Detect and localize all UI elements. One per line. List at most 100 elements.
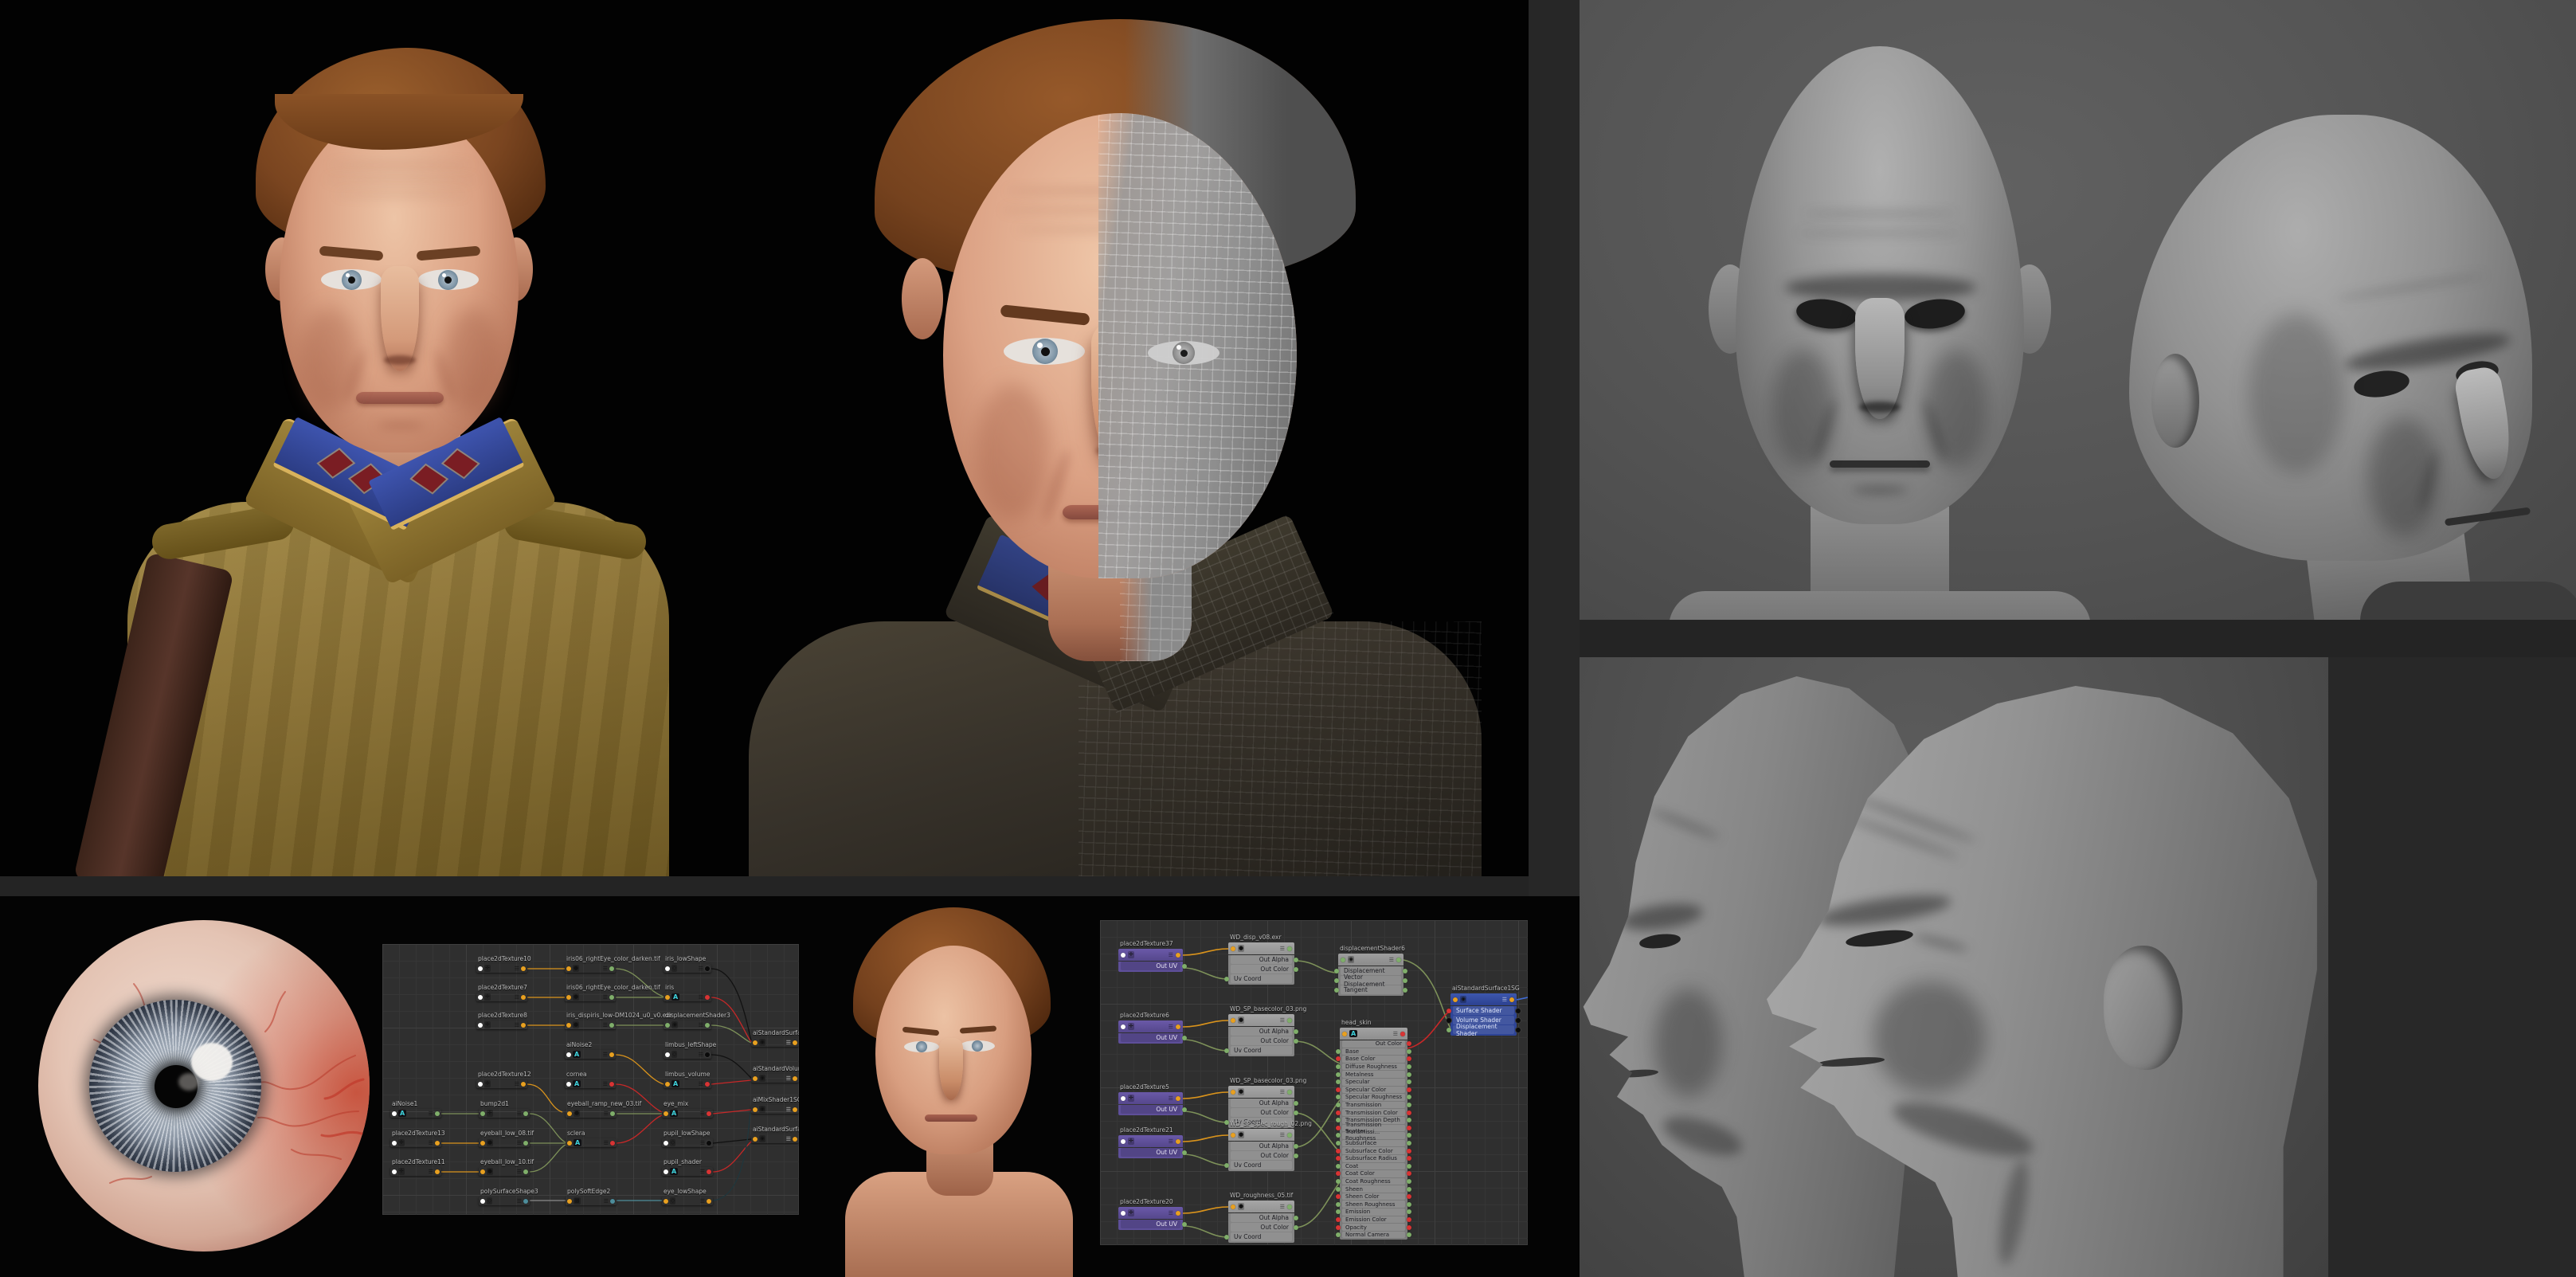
node-port-row[interactable]: Emission <box>1342 1208 1405 1216</box>
node-menu-icon[interactable]: ☰ <box>517 1169 522 1175</box>
port-dot[interactable] <box>1231 1090 1235 1095</box>
shader-node-sclera[interactable]: scleraA☰ <box>566 1138 617 1147</box>
node-port-row[interactable]: Metalness <box>1342 1071 1405 1078</box>
node-menu-icon[interactable]: ☰ <box>517 1111 522 1117</box>
node-bar[interactable]: A☰ <box>390 1109 441 1118</box>
node-port-row[interactable]: Out Alpha <box>1231 1099 1292 1107</box>
port-dot[interactable] <box>1294 1216 1298 1220</box>
node-port-row[interactable]: Coat Roughness <box>1342 1178 1405 1185</box>
port-dot[interactable] <box>480 1199 485 1204</box>
node-menu-icon[interactable]: ☰ <box>1389 957 1394 963</box>
node-menu-icon[interactable]: ☰ <box>603 1022 608 1028</box>
port-dot[interactable] <box>1224 1120 1229 1125</box>
port-dot[interactable] <box>392 1141 397 1146</box>
node-menu-icon[interactable]: ☰ <box>603 1081 608 1087</box>
port-dot[interactable] <box>1407 1179 1411 1184</box>
node-bar[interactable]: ◇☰ <box>479 1197 530 1205</box>
port-dot[interactable] <box>1334 969 1339 973</box>
port-dot[interactable] <box>1336 1141 1341 1146</box>
node-port-row[interactable]: Out Color <box>1231 1151 1292 1160</box>
port-dot[interactable] <box>1336 1072 1341 1077</box>
port-dot[interactable] <box>707 1141 711 1146</box>
node-header[interactable]: ●☰ <box>1228 1129 1294 1141</box>
port-dot[interactable] <box>610 1141 615 1146</box>
node-port-row[interactable]: Specular <box>1342 1079 1405 1086</box>
node-port-row[interactable]: Sheen Color <box>1342 1193 1405 1201</box>
node-menu-icon[interactable]: ☰ <box>515 1081 519 1087</box>
node-header[interactable]: ●☰ <box>1228 942 1294 954</box>
port-dot[interactable] <box>478 1023 483 1028</box>
shader-node-place2dtexture6[interactable]: place2dTexture6✛☰Out UV <box>1118 1020 1183 1044</box>
shader-node-place2dtexture12[interactable]: place2dTexture12✛☰ <box>476 1079 527 1088</box>
node-bar[interactable]: ✛☰ <box>390 1138 441 1147</box>
shader-node-place2dtexture5[interactable]: place2dTexture5✛☰Out UV <box>1118 1092 1183 1115</box>
node-menu-icon[interactable]: ☰ <box>1280 1017 1285 1024</box>
node-menu-icon[interactable]: ☰ <box>1169 1024 1173 1030</box>
port-dot[interactable] <box>1407 1164 1411 1169</box>
node-port-row[interactable]: Specular Color <box>1342 1087 1405 1094</box>
node-port-row[interactable]: Specular Roughness <box>1342 1094 1405 1101</box>
port-dot[interactable] <box>1182 1150 1187 1155</box>
node-bar[interactable]: ✛☰ <box>479 1109 530 1118</box>
node-bar[interactable]: A☰ <box>566 1138 617 1147</box>
port-dot[interactable] <box>1336 1111 1341 1115</box>
node-port-row[interactable]: Normal Camera <box>1342 1232 1405 1239</box>
port-dot[interactable] <box>609 1082 614 1087</box>
port-dot[interactable] <box>1336 1126 1341 1130</box>
port-dot[interactable] <box>707 1169 711 1174</box>
port-dot[interactable] <box>793 1137 797 1142</box>
port-dot[interactable] <box>1407 1049 1411 1054</box>
port-dot[interactable] <box>523 1199 528 1204</box>
shader-node-wd-roughness-05-tif[interactable]: WD_roughness_05.tif●☰Out AlphaOut ColorU… <box>1228 1201 1294 1243</box>
node-bar[interactable]: A☰ <box>565 1079 616 1088</box>
port-dot[interactable] <box>609 1052 614 1057</box>
port-dot[interactable] <box>1294 1039 1298 1044</box>
port-dot[interactable] <box>1231 1205 1235 1209</box>
port-dot[interactable] <box>567 1199 572 1204</box>
node-bar[interactable]: ✛☰ <box>476 993 527 1001</box>
node-header[interactable]: ◉☰ <box>1450 993 1517 1005</box>
port-dot[interactable] <box>1176 1211 1180 1216</box>
shader-node-limbus-volume[interactable]: limbus_volumeA☰ <box>664 1079 711 1088</box>
port-dot[interactable] <box>1407 1149 1411 1154</box>
node-bar[interactable]: ✛☰ <box>390 1167 441 1176</box>
port-dot[interactable] <box>1121 953 1126 958</box>
port-dot[interactable] <box>664 1169 668 1174</box>
node-port-row[interactable]: Out Color <box>1342 1040 1405 1048</box>
port-dot[interactable] <box>1287 1133 1292 1138</box>
port-dot[interactable] <box>392 1111 397 1116</box>
shader-node-place2dtexture11[interactable]: place2dTexture11✛☰ <box>390 1167 441 1176</box>
port-dot[interactable] <box>1294 1144 1298 1149</box>
port-dot[interactable] <box>1224 1163 1229 1168</box>
node-bar[interactable]: ●☰ <box>566 1109 617 1118</box>
shader-node-aistandardsurface1sg[interactable]: aiStandardSurface1SG◉☰Surface ShaderVolu… <box>1450 993 1517 1036</box>
shader-node-wd-sp-spec-rough-02-png[interactable]: WD_SP_spec_rough_02.png●☰Out AlphaOut Co… <box>1228 1129 1294 1171</box>
node-bar[interactable]: ◇☰ <box>664 964 711 973</box>
node-port-row[interactable]: Uv Coord <box>1231 974 1292 983</box>
port-dot[interactable] <box>665 1082 670 1087</box>
node-menu-icon[interactable]: ☰ <box>1169 1138 1173 1145</box>
port-dot[interactable] <box>1336 1149 1341 1154</box>
port-dot[interactable] <box>521 966 526 971</box>
port-dot[interactable] <box>753 1107 758 1112</box>
port-dot[interactable] <box>753 1040 758 1045</box>
node-bar[interactable]: A☰ <box>664 993 711 1001</box>
shader-node-limbus-leftshape[interactable]: limbus_leftShape◇☰ <box>664 1050 711 1059</box>
port-dot[interactable] <box>1287 1090 1292 1095</box>
port-dot[interactable] <box>1294 1101 1298 1106</box>
port-dot[interactable] <box>1407 1225 1411 1230</box>
node-port-row[interactable]: Out Alpha <box>1231 1027 1292 1036</box>
node-menu-icon[interactable]: ☰ <box>1169 1095 1173 1102</box>
node-editor-head-shader[interactable]: place2dTexture37✛☰Out UVplace2dTexture6✛… <box>1100 920 1528 1245</box>
node-menu-icon[interactable]: ☰ <box>517 1140 522 1146</box>
shader-node-wd-disp-v08-exr[interactable]: WD_disp_v08.exr●☰Out AlphaOut ColorUv Co… <box>1228 942 1294 985</box>
port-dot[interactable] <box>1453 997 1458 1002</box>
port-dot[interactable] <box>521 995 526 1000</box>
node-port-row[interactable]: Subsurface Color <box>1342 1147 1405 1154</box>
node-port-row[interactable]: Out Alpha <box>1231 1142 1292 1150</box>
port-dot[interactable] <box>566 966 571 971</box>
port-dot[interactable] <box>1336 1056 1341 1061</box>
shader-node-displacementshader3[interactable]: displacementShader3◉☰ <box>664 1020 711 1029</box>
port-dot[interactable] <box>435 1169 440 1174</box>
port-dot[interactable] <box>1407 1087 1411 1092</box>
